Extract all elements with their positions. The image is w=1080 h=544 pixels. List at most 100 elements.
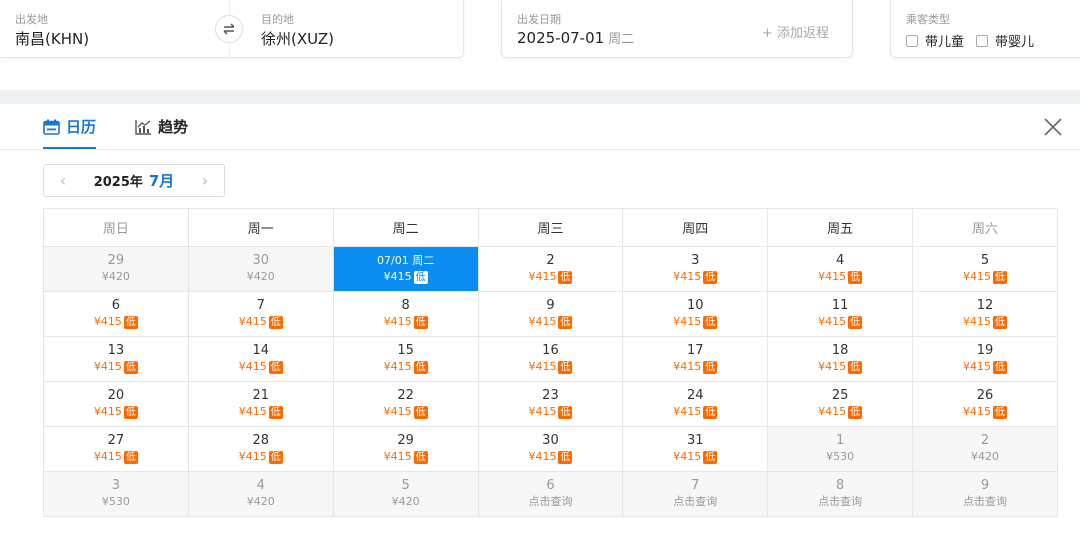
calendar-day-cell-selected[interactable]: 07/01 周二 ¥415 低 xyxy=(332,246,479,292)
day-number: 21 xyxy=(252,388,270,403)
low-price-badge: 低 xyxy=(848,270,863,284)
calendar-day-cell[interactable]: 25 ¥415 低 xyxy=(767,381,914,427)
day-number: 26 xyxy=(976,388,994,403)
calendar-day-cell[interactable]: 15 ¥415 低 xyxy=(332,336,479,382)
day-cell-content: 8 点击查询 xyxy=(768,472,912,516)
query-link[interactable]: 点击查询 xyxy=(963,494,1007,510)
price-value: ¥420 xyxy=(971,450,1000,463)
day-cell-content: 31 ¥415 低 xyxy=(623,427,767,471)
calendar-day-cell[interactable]: 13 ¥415 低 xyxy=(43,336,189,382)
calendar-day-cell[interactable]: 12 ¥415 低 xyxy=(912,291,1058,337)
calendar-day-cell[interactable]: 23 ¥415 低 xyxy=(477,381,624,427)
calendar-day-cell[interactable]: 28 ¥415 低 xyxy=(187,426,334,472)
day-number: 8 xyxy=(836,478,845,493)
calendar-day-cell[interactable]: 10 ¥415 低 xyxy=(622,291,769,337)
day-number: 30 xyxy=(542,433,559,448)
day-number: 7 xyxy=(691,478,700,493)
calendar-day-cell[interactable]: 22 ¥415 低 xyxy=(332,381,479,427)
calendar-day-cell[interactable]: 17 ¥415 低 xyxy=(622,336,769,382)
child-checkbox[interactable]: 带儿童 xyxy=(906,31,964,50)
calendar-day-cell[interactable]: 4 ¥420 xyxy=(187,471,334,517)
day-price: ¥415 低 xyxy=(673,449,718,465)
calendar-day-cell[interactable]: 8 ¥415 低 xyxy=(332,291,479,337)
query-link[interactable]: 点击查询 xyxy=(673,494,717,510)
calendar-day-cell[interactable]: 30 ¥415 低 xyxy=(477,426,624,472)
price-value: ¥415 xyxy=(93,405,122,418)
day-price: ¥415 低 xyxy=(239,404,283,420)
day-number: 5 xyxy=(980,253,990,268)
calendar-week-row: 29 ¥420 30 ¥420 07/01 周二 ¥415 低 2 ¥415 低 3 ¥415 低 4 ¥4… xyxy=(43,246,1058,292)
day-cell-content: 27 ¥415 低 xyxy=(44,427,188,471)
date-field[interactable]: 2025-07-01 周二 xyxy=(517,28,634,47)
tab-trend[interactable]: 趋势 xyxy=(135,116,188,137)
day-cell-content: 11 ¥415 低 xyxy=(768,292,912,336)
calendar-day-cell[interactable]: 29 ¥415 低 xyxy=(332,426,479,472)
calendar-day-cell[interactable]: 5 ¥420 xyxy=(332,471,479,517)
low-price-badge: 低 xyxy=(703,405,718,419)
calendar-day-cell[interactable]: 20 ¥415 低 xyxy=(43,381,189,427)
calendar-day-cell[interactable]: 5 ¥415 低 xyxy=(912,246,1058,292)
infant-checkbox[interactable]: 带婴儿 xyxy=(976,31,1034,50)
calendar-day-cell[interactable]: 24 ¥415 低 xyxy=(622,381,769,427)
close-icon[interactable] xyxy=(1042,116,1064,138)
query-link[interactable]: 点击查询 xyxy=(818,494,862,510)
price-value: ¥415 xyxy=(818,315,847,328)
low-price-badge: 低 xyxy=(848,360,863,374)
price-value: ¥415 xyxy=(238,450,267,463)
day-cell-content: 7 点击查询 xyxy=(623,472,767,516)
day-cell-content: 2 ¥420 xyxy=(913,427,1057,471)
calendar-day-cell[interactable]: 2 ¥415 低 xyxy=(477,246,624,292)
origin-field[interactable]: 南昌(KHN) xyxy=(15,28,89,49)
day-cell-content: 29 ¥420 xyxy=(44,247,188,291)
low-price-badge: 低 xyxy=(993,405,1008,419)
weekday-header: 周五 xyxy=(767,208,914,247)
calendar-day-cell[interactable]: 3 ¥415 低 xyxy=(622,246,769,292)
calendar-day-cell[interactable]: 4 ¥415 低 xyxy=(767,246,914,292)
day-number: 9 xyxy=(546,298,555,313)
day-number: 25 xyxy=(831,388,849,403)
chevron-left-icon[interactable]: ‹ xyxy=(56,171,70,190)
checkbox-box[interactable] xyxy=(906,34,918,47)
day-cell-content: 15 ¥415 低 xyxy=(334,337,478,381)
tab-calendar[interactable]: 日历 xyxy=(43,116,97,149)
calendar-day-cell[interactable]: 9 点击查询 xyxy=(912,471,1058,517)
day-cell-content: 24 ¥415 低 xyxy=(623,382,767,426)
calendar-day-cell[interactable]: 6 ¥415 低 xyxy=(43,291,189,337)
calendar-day-cell[interactable]: 7 ¥415 低 xyxy=(187,291,334,337)
calendar-day-cell[interactable]: 21 ¥415 低 xyxy=(187,381,334,427)
checkbox-box[interactable] xyxy=(976,34,988,47)
add-return-button[interactable]: + 添加返程 xyxy=(762,22,829,41)
day-cell-content: 25 ¥415 低 xyxy=(768,382,912,426)
day-number: 11 xyxy=(831,298,849,313)
calendar-day-cell[interactable]: 31 ¥415 低 xyxy=(622,426,769,472)
weekday-header-row: 周日 周一 周二 周三 周四 周五 周六 xyxy=(43,208,1058,247)
calendar-day-cell[interactable]: 16 ¥415 低 xyxy=(477,336,624,382)
price-value: ¥415 xyxy=(818,270,847,283)
day-number: 8 xyxy=(401,298,410,313)
calendar-day-cell[interactable]: 9 ¥415 低 xyxy=(477,291,624,337)
calendar-day-cell[interactable]: 26 ¥415 低 xyxy=(912,381,1058,427)
swap-button[interactable] xyxy=(215,15,243,43)
day-number: 23 xyxy=(542,388,559,403)
day-cell-content: 5 ¥415 低 xyxy=(913,247,1057,291)
low-price-badge: 低 xyxy=(993,360,1008,374)
calendar-day-cell[interactable]: 2 ¥420 xyxy=(912,426,1058,472)
day-number: 24 xyxy=(687,388,704,403)
calendar-day-cell[interactable]: 7 点击查询 xyxy=(622,471,769,517)
day-cell-content: 12 ¥415 低 xyxy=(913,292,1057,336)
calendar-day-cell[interactable]: 3 ¥530 xyxy=(43,471,189,517)
query-link[interactable]: 点击查询 xyxy=(528,494,572,510)
calendar-day-cell[interactable]: 8 点击查询 xyxy=(767,471,914,517)
calendar-day-cell[interactable]: 18 ¥415 低 xyxy=(767,336,914,382)
calendar-day-cell[interactable]: 6 点击查询 xyxy=(477,471,624,517)
calendar-day-cell[interactable]: 27 ¥415 低 xyxy=(43,426,189,472)
low-price-badge: 低 xyxy=(268,360,283,374)
low-price-badge: 低 xyxy=(993,270,1008,284)
calendar-day-cell[interactable]: 19 ¥415 低 xyxy=(912,336,1058,382)
calendar-day-cell[interactable]: 14 ¥415 低 xyxy=(187,336,334,382)
calendar-day-cell[interactable]: 1 ¥530 xyxy=(767,426,914,472)
chevron-right-icon[interactable]: › xyxy=(198,171,212,190)
price-value: ¥530 xyxy=(826,450,855,463)
destination-field[interactable]: 徐州(XUZ) xyxy=(261,28,334,49)
calendar-day-cell[interactable]: 11 ¥415 低 xyxy=(767,291,914,337)
